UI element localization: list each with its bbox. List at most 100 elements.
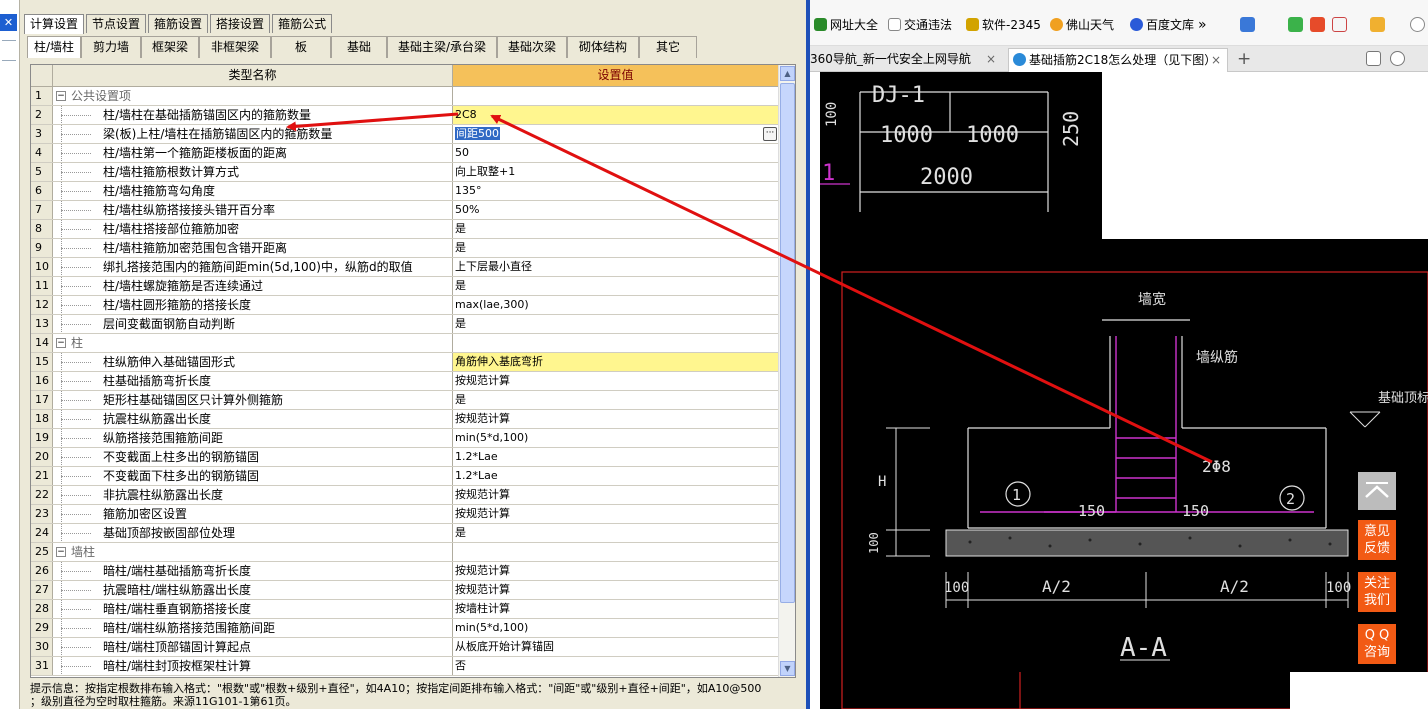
bookmark-baidu-wenku[interactable]: 百度文库 bbox=[1130, 16, 1194, 34]
row-setting-value[interactable]: 50% bbox=[453, 201, 779, 219]
table-row[interactable]: 6 柱/墙柱箍筋弯勾角度 135° bbox=[31, 182, 779, 201]
row-setting-value[interactable]: 135° bbox=[453, 182, 779, 200]
row-setting-value[interactable]: 从板底开始计算锚固 bbox=[453, 638, 779, 656]
bookmark-site-nav[interactable]: 网址大全 bbox=[814, 16, 878, 34]
table-row[interactable]: 20 不变截面上柱多出的钢筋锚固 1.2*Lae bbox=[31, 448, 779, 467]
table-row[interactable]: 5 柱/墙柱箍筋根数计算方式 向上取整+1 bbox=[31, 163, 779, 182]
table-row[interactable]: 23 箍筋加密区设置 按规范计算 bbox=[31, 505, 779, 524]
table-row[interactable]: 10 绑扎搭接范围内的箍筋间距min(5d,100)中，纵筋d的取值 上下层最小直径 bbox=[31, 258, 779, 277]
tab-calc-settings[interactable]: 计算设置 bbox=[24, 14, 85, 34]
table-row[interactable]: 30 暗柱/端柱顶部锚固计算起点 从板底开始计算锚固 bbox=[31, 638, 779, 657]
scroll-thumb[interactable] bbox=[780, 83, 795, 603]
follow-us-button[interactable]: 关注 我们 bbox=[1358, 572, 1396, 612]
table-row[interactable]: 17 矩形柱基础锚固区只计算外侧箍筋 是 bbox=[31, 391, 779, 410]
tab-stirrup-settings[interactable]: 箍筋设置 bbox=[148, 14, 209, 33]
tab-stirrup-formula[interactable]: 箍筋公式 bbox=[272, 14, 333, 33]
subtab-masonry[interactable]: 砌体结构 bbox=[567, 36, 639, 58]
table-row[interactable]: 21 不变截面下柱多出的钢筋锚固 1.2*Lae bbox=[31, 467, 779, 486]
subtab-foundation[interactable]: 基础 bbox=[331, 36, 387, 58]
scroll-up-icon[interactable]: ▲ bbox=[780, 66, 795, 81]
close-icon[interactable]: ✕ bbox=[0, 14, 17, 31]
group-row[interactable]: 1− 公共设置项 bbox=[31, 87, 779, 106]
row-setting-value[interactable]: 按规范计算 bbox=[453, 372, 779, 390]
calendar-icon[interactable] bbox=[1310, 17, 1325, 32]
table-row[interactable]: 9 柱/墙柱箍筋加密范围包含错开距离 是 bbox=[31, 239, 779, 258]
bookmark-2345[interactable]: 软件-2345 bbox=[966, 16, 1041, 34]
back-to-top-button[interactable] bbox=[1358, 472, 1396, 510]
row-setting-value[interactable]: min(5*d,100) bbox=[453, 429, 779, 447]
undo-icon[interactable] bbox=[1390, 51, 1405, 66]
row-setting-value[interactable]: 2C8 bbox=[453, 106, 779, 124]
browser-tab-active[interactable]: 基础插筋2C18怎么处理（见下图） × bbox=[1008, 48, 1228, 72]
row-setting-value[interactable]: 1.2*Lae bbox=[453, 467, 779, 485]
table-row[interactable]: 15 柱纵筋伸入基础锚固形式 角筋伸入基底弯折 bbox=[31, 353, 779, 372]
table-row[interactable]: 7 柱/墙柱纵筋搭接接头错开百分率 50% bbox=[31, 201, 779, 220]
row-setting-value[interactable]: 间距500 ··· bbox=[453, 125, 779, 143]
row-setting-value[interactable]: 是 bbox=[453, 220, 779, 238]
subtab-shear-wall[interactable]: 剪力墙 bbox=[81, 36, 141, 58]
subtab-slab[interactable]: 板 bbox=[271, 36, 331, 58]
tab-close-icon[interactable]: × bbox=[986, 48, 996, 70]
row-setting-value[interactable]: max(lae,300) bbox=[453, 296, 779, 314]
table-row[interactable]: 26 暗柱/端柱基础插筋弯折长度 按规范计算 bbox=[31, 562, 779, 581]
group-row[interactable]: 25− 墙柱 bbox=[31, 543, 779, 562]
row-setting-value[interactable]: 按规范计算 bbox=[453, 581, 779, 599]
collapse-icon[interactable]: − bbox=[56, 91, 66, 101]
browser-tab-360[interactable]: 360导航_新一代安全上网导航 × bbox=[810, 48, 1002, 72]
table-row[interactable]: 12 柱/墙柱圆形箍筋的搭接长度 max(lae,300) bbox=[31, 296, 779, 315]
row-setting-value[interactable]: 按规范计算 bbox=[453, 410, 779, 428]
table-row[interactable]: 3 梁(板)上柱/墙柱在插筋锚固区内的箍筋数量 间距500 ··· bbox=[31, 125, 779, 144]
collapse-icon[interactable]: − bbox=[56, 338, 66, 348]
table-row[interactable]: 31 暗柱/端柱封顶按框架柱计算 否 bbox=[31, 657, 779, 676]
table-row[interactable]: 11 柱/墙柱螺旋箍筋是否连续通过 是 bbox=[31, 277, 779, 296]
row-setting-value[interactable]: 是 bbox=[453, 524, 779, 542]
subtab-non-frame-beam[interactable]: 非框架梁 bbox=[199, 36, 271, 58]
apps-icon[interactable] bbox=[1240, 17, 1255, 32]
table-row[interactable]: 19 纵筋搭接范围箍筋间距 min(5*d,100) bbox=[31, 429, 779, 448]
subtab-foundation-main-beam[interactable]: 基础主梁/承台梁 bbox=[387, 36, 497, 58]
subtab-foundation-secondary-beam[interactable]: 基础次梁 bbox=[497, 36, 567, 58]
row-setting-value[interactable]: 是 bbox=[453, 315, 779, 333]
search-icon[interactable] bbox=[1410, 17, 1425, 32]
table-row[interactable]: 28 暗柱/端柱垂直钢筋搭接长度 按墙柱计算 bbox=[31, 600, 779, 619]
qq-consult-button[interactable]: Q Q 咨询 bbox=[1358, 624, 1396, 664]
translate-icon[interactable] bbox=[1332, 17, 1347, 32]
subtab-column[interactable]: 柱/墙柱 bbox=[27, 36, 81, 58]
row-setting-value[interactable]: 按规范计算 bbox=[453, 486, 779, 504]
table-row[interactable]: 4 柱/墙柱第一个箍筋距楼板面的距离 50 bbox=[31, 144, 779, 163]
row-setting-value[interactable]: 1.2*Lae bbox=[453, 448, 779, 466]
row-setting-value[interactable]: 按规范计算 bbox=[453, 562, 779, 580]
reader-icon[interactable] bbox=[1288, 17, 1303, 32]
vertical-scrollbar[interactable]: ▲ ▼ bbox=[778, 65, 795, 677]
table-row[interactable]: 13 层间变截面钢筋自动判断 是 bbox=[31, 315, 779, 334]
table-row[interactable]: 16 柱基础插筋弯折长度 按规范计算 bbox=[31, 372, 779, 391]
bookmarks-more-icon[interactable]: » bbox=[1198, 16, 1207, 34]
extension-icon[interactable] bbox=[1370, 17, 1385, 32]
row-setting-value[interactable]: 是 bbox=[453, 391, 779, 409]
table-row[interactable]: 22 非抗震柱纵筋露出长度 按规范计算 bbox=[31, 486, 779, 505]
row-setting-value[interactable]: 按墙柱计算 bbox=[453, 600, 779, 618]
table-row[interactable]: 18 抗震柱纵筋露出长度 按规范计算 bbox=[31, 410, 779, 429]
row-setting-value[interactable]: min(5*d,100) bbox=[453, 619, 779, 637]
bookmark-traffic[interactable]: 交通违法 bbox=[888, 16, 952, 34]
restore-icon[interactable] bbox=[1366, 51, 1381, 66]
scroll-down-icon[interactable]: ▼ bbox=[780, 661, 795, 676]
row-setting-value[interactable]: 是 bbox=[453, 277, 779, 295]
new-tab-icon[interactable]: + bbox=[1237, 48, 1251, 70]
ellipsis-button[interactable]: ··· bbox=[763, 127, 777, 141]
subtab-frame-beam[interactable]: 框架梁 bbox=[141, 36, 199, 58]
tab-close-icon[interactable]: × bbox=[1211, 49, 1221, 71]
row-setting-value[interactable]: 上下层最小直径 bbox=[453, 258, 779, 276]
row-setting-value[interactable]: 是 bbox=[453, 239, 779, 257]
row-setting-value[interactable]: 按规范计算 bbox=[453, 505, 779, 523]
table-row[interactable]: 29 暗柱/端柱纵筋搭接范围箍筋间距 min(5*d,100) bbox=[31, 619, 779, 638]
feedback-button[interactable]: 意见 反馈 bbox=[1358, 520, 1396, 560]
bookmark-weather[interactable]: 佛山天气 bbox=[1050, 16, 1114, 34]
tab-lap-settings[interactable]: 搭接设置 bbox=[210, 14, 271, 33]
table-row[interactable]: 8 柱/墙柱搭接部位箍筋加密 是 bbox=[31, 220, 779, 239]
row-setting-value[interactable]: 向上取整+1 bbox=[453, 163, 779, 181]
row-setting-value[interactable]: 50 bbox=[453, 144, 779, 162]
group-row[interactable]: 14− 柱 bbox=[31, 334, 779, 353]
row-setting-value[interactable]: 否 bbox=[453, 657, 779, 675]
table-row[interactable]: 27 抗震暗柱/端柱纵筋露出长度 按规范计算 bbox=[31, 581, 779, 600]
